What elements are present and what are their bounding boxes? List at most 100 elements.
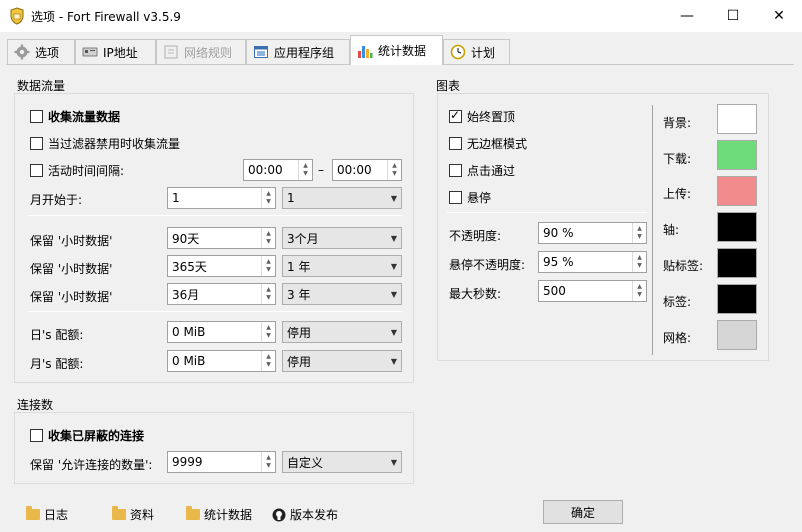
spin-arrows-icon[interactable]: ▲ ▼ (632, 223, 646, 243)
color-upload-swatch[interactable] (717, 176, 757, 206)
active-to-time[interactable]: 00:00 ▲ ▼ (332, 159, 402, 181)
checkbox-box[interactable] (449, 164, 462, 177)
tab-statistics[interactable]: 统计数据 (350, 35, 443, 65)
release-button[interactable]: 版本发布 (272, 506, 338, 523)
ok-button[interactable]: 确定 (543, 500, 623, 524)
tab-ip-addresses[interactable]: IP地址 (75, 39, 156, 64)
tab-schedule[interactable]: 计划 (443, 39, 510, 64)
keep-monthly-label: 保留 '小时数据' (30, 290, 113, 304)
spin-arrows-icon[interactable]: ▲ ▼ (261, 284, 275, 304)
hover-opacity-spin[interactable]: 95 % ▲ ▼ (538, 251, 647, 273)
month-start-combo[interactable]: 1 ▼ (282, 187, 402, 209)
spin-arrows-icon[interactable]: ▲ ▼ (632, 252, 646, 272)
close-button[interactable]: ✕ (756, 0, 802, 31)
opacity-label: 不透明度: (449, 229, 502, 243)
spin-arrows-icon[interactable]: ▲ ▼ (298, 160, 312, 180)
keep-allowed-spin[interactable]: 9999 ▲ ▼ (167, 451, 276, 473)
collect-when-filter-disabled-checkbox[interactable]: 当过滤器禁用时收集流量 (30, 135, 180, 152)
spin-arrows-icon[interactable]: ▲ ▼ (632, 281, 646, 301)
tab-app-groups[interactable]: 应用程序组 (246, 39, 350, 64)
keep-allowed-label: 保留 '允许连接的数量': (30, 458, 153, 472)
month-start-spin[interactable]: 1 ▲ ▼ (167, 187, 276, 209)
chevron-down-icon: ▼ (390, 289, 398, 299)
day-quota-label: 日's 配额: (30, 328, 84, 342)
month-start-label: 月开始于: (30, 193, 83, 207)
keep-monthly-value: 36月 (172, 287, 200, 302)
max-seconds-spin[interactable]: 500 ▲ ▼ (538, 280, 647, 302)
color-grid-swatch[interactable] (717, 320, 757, 350)
chevron-down-icon: ▼ (390, 233, 398, 243)
checkbox-box[interactable] (30, 429, 43, 442)
logs-button[interactable]: 日志 (26, 506, 68, 523)
day-quota-value: 0 MiB (172, 325, 206, 339)
tab-ip-addresses-label: IP地址 (103, 45, 138, 60)
spin-arrows-icon[interactable]: ▲ ▼ (261, 351, 275, 371)
maximize-button[interactable]: ☐ (710, 0, 756, 31)
max-seconds-label: 最大秒数: (449, 287, 502, 301)
keep-hourly-spin[interactable]: 90天 ▲ ▼ (167, 227, 276, 249)
release-label: 版本发布 (290, 508, 339, 522)
day-quota-spin[interactable]: 0 MiB ▲ ▼ (167, 321, 276, 343)
keep-daily-value: 365天 (172, 259, 207, 274)
hover-label: 悬停 (467, 191, 492, 205)
profile-button[interactable]: 资料 (112, 506, 154, 523)
keep-monthly-combo[interactable]: 3 年 ▼ (282, 283, 402, 305)
tab-options[interactable]: 选项 (7, 39, 75, 64)
color-axis-swatch[interactable] (717, 212, 757, 242)
color-background-swatch[interactable] (717, 104, 757, 134)
divider (447, 212, 647, 213)
checkbox-box[interactable] (30, 110, 43, 123)
checkbox-box[interactable] (30, 164, 43, 177)
keep-daily-combo[interactable]: 1 年 ▼ (282, 255, 402, 277)
frameless-checkbox[interactable]: 无边框模式 (449, 135, 527, 152)
month-quota-combo[interactable]: 停用 ▼ (282, 350, 402, 372)
checkbox-box[interactable] (449, 108, 462, 123)
click-through-checkbox[interactable]: 点击通过 (449, 162, 515, 179)
tab-options-label: 选项 (35, 45, 60, 60)
chevron-down-icon: ▼ (390, 327, 398, 337)
minimize-button[interactable]: — (664, 0, 710, 31)
active-from-time[interactable]: 00:00 ▲ ▼ (243, 159, 313, 181)
day-quota-combo[interactable]: 停用 ▼ (282, 321, 402, 343)
graph-section-title: 图表 (436, 79, 461, 93)
month-start-combo-value: 1 (287, 191, 295, 205)
checkbox-box[interactable] (449, 137, 462, 150)
chevron-down-icon: ▼ (390, 261, 398, 271)
color-download-label: 下载: (663, 152, 692, 166)
bottom-bar: 日志 资料 统计数据 版本发布 确定 (0, 500, 802, 532)
stats-folder-button[interactable]: 统计数据 (186, 506, 252, 523)
keep-allowed-combo[interactable]: 自定义 ▼ (282, 451, 402, 473)
keep-hourly-combo-value: 3个月 (287, 231, 319, 246)
keep-hourly-label: 保留 '小时数据' (30, 234, 113, 248)
spin-arrows-icon[interactable]: ▲ ▼ (261, 188, 275, 208)
collect-blocked-label: 收集已屏蔽的连接 (48, 429, 145, 443)
color-tick-swatch[interactable] (717, 248, 757, 278)
spin-arrows-icon[interactable]: ▲ ▼ (261, 452, 275, 472)
color-label-swatch[interactable] (717, 284, 757, 314)
spin-arrows-icon[interactable]: ▲ ▼ (261, 322, 275, 342)
active-period-checkbox[interactable]: 活动时间间隔: (30, 162, 124, 179)
spin-arrows-icon[interactable]: ▲ ▼ (261, 228, 275, 248)
spin-arrows-icon[interactable]: ▲ ▼ (261, 256, 275, 276)
keep-daily-spin[interactable]: 365天 ▲ ▼ (167, 255, 276, 277)
checkbox-box[interactable] (449, 191, 462, 204)
color-download-swatch[interactable] (717, 140, 757, 170)
tab-network-rules[interactable]: 网络规则 (156, 39, 246, 64)
checkbox-box[interactable] (30, 137, 43, 150)
collect-traffic-checkbox[interactable]: 收集流量数据 (30, 108, 120, 125)
keep-monthly-spin[interactable]: 36月 ▲ ▼ (167, 283, 276, 305)
opacity-spin[interactable]: 90 % ▲ ▼ (538, 222, 647, 244)
collect-when-filter-disabled-label: 当过滤器禁用时收集流量 (48, 137, 181, 151)
divider (28, 215, 402, 216)
spin-arrows-icon[interactable]: ▲ ▼ (387, 160, 401, 180)
active-from-value: 00:00 (248, 163, 283, 177)
hover-checkbox[interactable]: 悬停 (449, 189, 491, 206)
collect-blocked-checkbox[interactable]: 收集已屏蔽的连接 (30, 427, 144, 444)
maximize-icon: ☐ (726, 7, 740, 24)
always-on-top-checkbox[interactable]: 始终置顶 (449, 108, 515, 125)
keep-hourly-combo[interactable]: 3个月 ▼ (282, 227, 402, 249)
keep-hourly-value: 90天 (172, 231, 200, 246)
month-quota-spin[interactable]: 0 MiB ▲ ▼ (167, 350, 276, 372)
fort-shield-icon (10, 7, 24, 25)
clock-icon (450, 44, 466, 60)
